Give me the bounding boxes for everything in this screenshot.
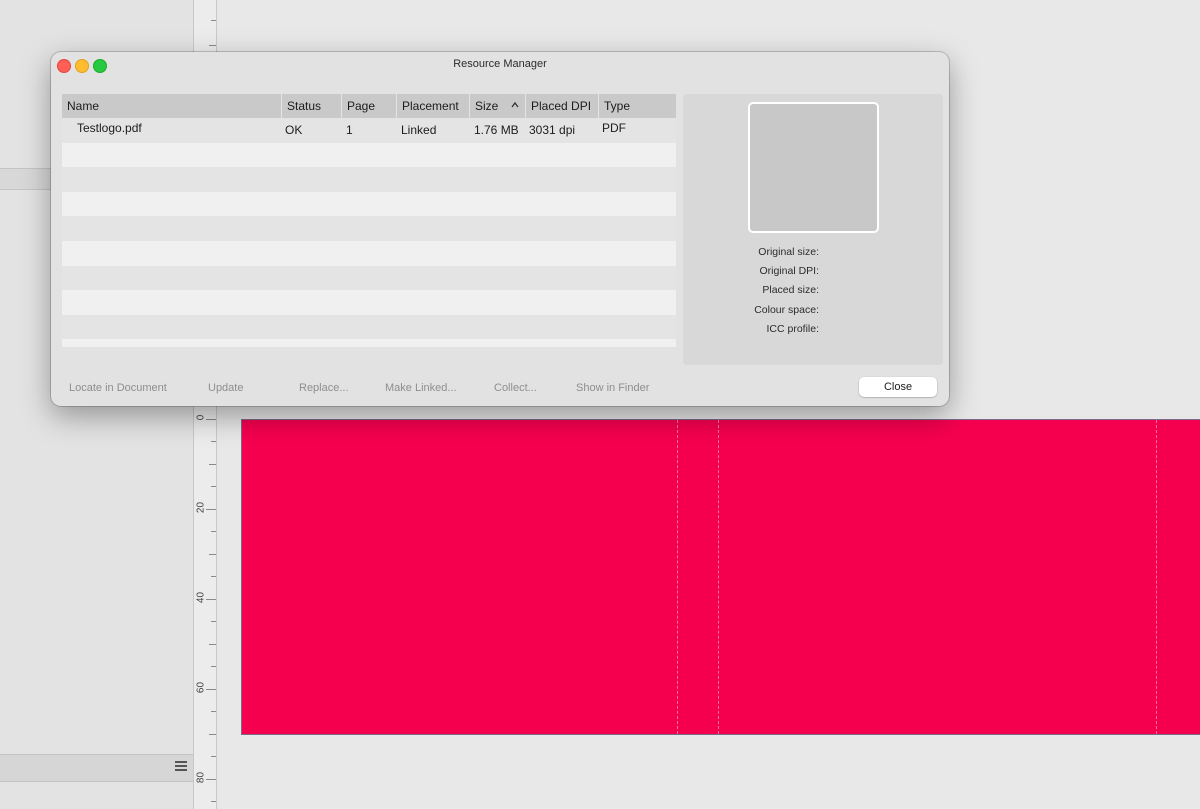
cell-placed-dpi: 3031 dpi (529, 123, 576, 137)
ruler-label: 0 (195, 414, 207, 421)
ruler-tick (206, 419, 216, 420)
resource-table[interactable]: Name Status Page Placement Size Placed D… (62, 94, 676, 347)
table-row-empty (62, 339, 676, 347)
guide-line (677, 420, 678, 734)
ruler-tick (211, 801, 216, 802)
locate-in-document-button[interactable]: Locate in Document (69, 381, 167, 395)
table-row-empty (62, 314, 676, 340)
table-row-empty (62, 216, 676, 241)
dialog-title: Resource Manager (453, 58, 547, 70)
table-row-empty (62, 290, 676, 315)
column-header-status[interactable]: Status (282, 94, 342, 118)
ruler-tick (211, 20, 216, 21)
ruler-tick (209, 644, 216, 645)
original-size-label: Original size: (758, 246, 819, 258)
dialog-titlebar[interactable]: Resource Manager (51, 52, 949, 78)
ruler-tick (211, 531, 216, 532)
icc-profile-label: ICC profile: (766, 323, 819, 335)
replace-button[interactable]: Replace... (299, 381, 349, 395)
cell-page: 1 (346, 123, 353, 137)
column-header-size[interactable]: Size (470, 94, 526, 118)
ruler-tick (211, 666, 216, 667)
guide-line (718, 420, 719, 734)
resource-manager-dialog: Resource Manager Name Status Page Placem… (51, 52, 949, 406)
table-row-empty (62, 167, 676, 192)
column-header-page[interactable]: Page (342, 94, 397, 118)
table-row-empty (62, 265, 676, 291)
ruler-tick (211, 756, 216, 757)
table-header: Name Status Page Placement Size Placed D… (62, 94, 676, 118)
app-root: 0 20 40 60 80 Resource Manager Name Stat… (0, 0, 1200, 809)
cell-placement: Linked (401, 123, 437, 137)
window-maximize-icon[interactable] (93, 59, 107, 73)
show-in-finder-button[interactable]: Show in Finder (576, 381, 649, 395)
original-dpi-label: Original DPI: (759, 265, 819, 277)
ruler-tick (211, 621, 216, 622)
placed-size-label: Placed size: (762, 284, 819, 296)
ruler-tick (211, 576, 216, 577)
cell-size: 1.76 MB (474, 123, 519, 137)
ruler-tick (211, 441, 216, 442)
column-header-placement[interactable]: Placement (397, 94, 470, 118)
table-row[interactable]: Testlogo.pdf OK 1 Linked 1.76 MB 3031 dp… (62, 118, 676, 143)
column-header-type[interactable]: Type (599, 94, 676, 118)
cell-type: PDF (602, 121, 626, 135)
ruler-tick (206, 689, 216, 690)
column-header-size-label: Size (475, 99, 499, 113)
ruler-label: 60 (195, 681, 207, 694)
preview-pane: Original size: Original DPI: Placed size… (683, 94, 943, 365)
hamburger-menu-icon[interactable] (175, 761, 187, 773)
collect-button[interactable]: Collect... (494, 381, 537, 395)
guide-line (1156, 420, 1157, 734)
column-header-name[interactable]: Name (62, 94, 282, 118)
ruler-tick (209, 45, 216, 46)
ruler-tick (211, 486, 216, 487)
update-button[interactable]: Update (208, 381, 243, 395)
window-minimize-icon[interactable] (75, 59, 89, 73)
ruler-label: 40 (195, 591, 207, 604)
table-row-empty (62, 191, 676, 217)
ruler-tick (209, 554, 216, 555)
ruler-tick (209, 734, 216, 735)
page-rectangle[interactable] (241, 419, 1200, 735)
resource-thumbnail (748, 102, 879, 233)
window-close-icon[interactable] (57, 59, 71, 73)
ruler-tick (211, 711, 216, 712)
ruler-tick (209, 464, 216, 465)
make-linked-button[interactable]: Make Linked... (385, 381, 457, 395)
cell-status: OK (285, 123, 303, 137)
table-body: Testlogo.pdf OK 1 Linked 1.76 MB 3031 dp… (62, 118, 676, 347)
chevron-up-icon (511, 101, 519, 108)
ruler-tick (206, 599, 216, 600)
column-header-placed-dpi[interactable]: Placed DPI (526, 94, 599, 118)
ruler-tick (206, 509, 216, 510)
cell-name: Testlogo.pdf (77, 121, 142, 135)
table-row-empty (62, 240, 676, 266)
table-row-empty (62, 142, 676, 168)
close-button[interactable]: Close (859, 377, 937, 397)
ruler-label: 20 (195, 501, 207, 514)
ruler-label: 80 (195, 771, 207, 784)
panel-bottom-bar (0, 754, 193, 782)
colour-space-label: Colour space: (754, 304, 819, 316)
ruler-tick (206, 779, 216, 780)
